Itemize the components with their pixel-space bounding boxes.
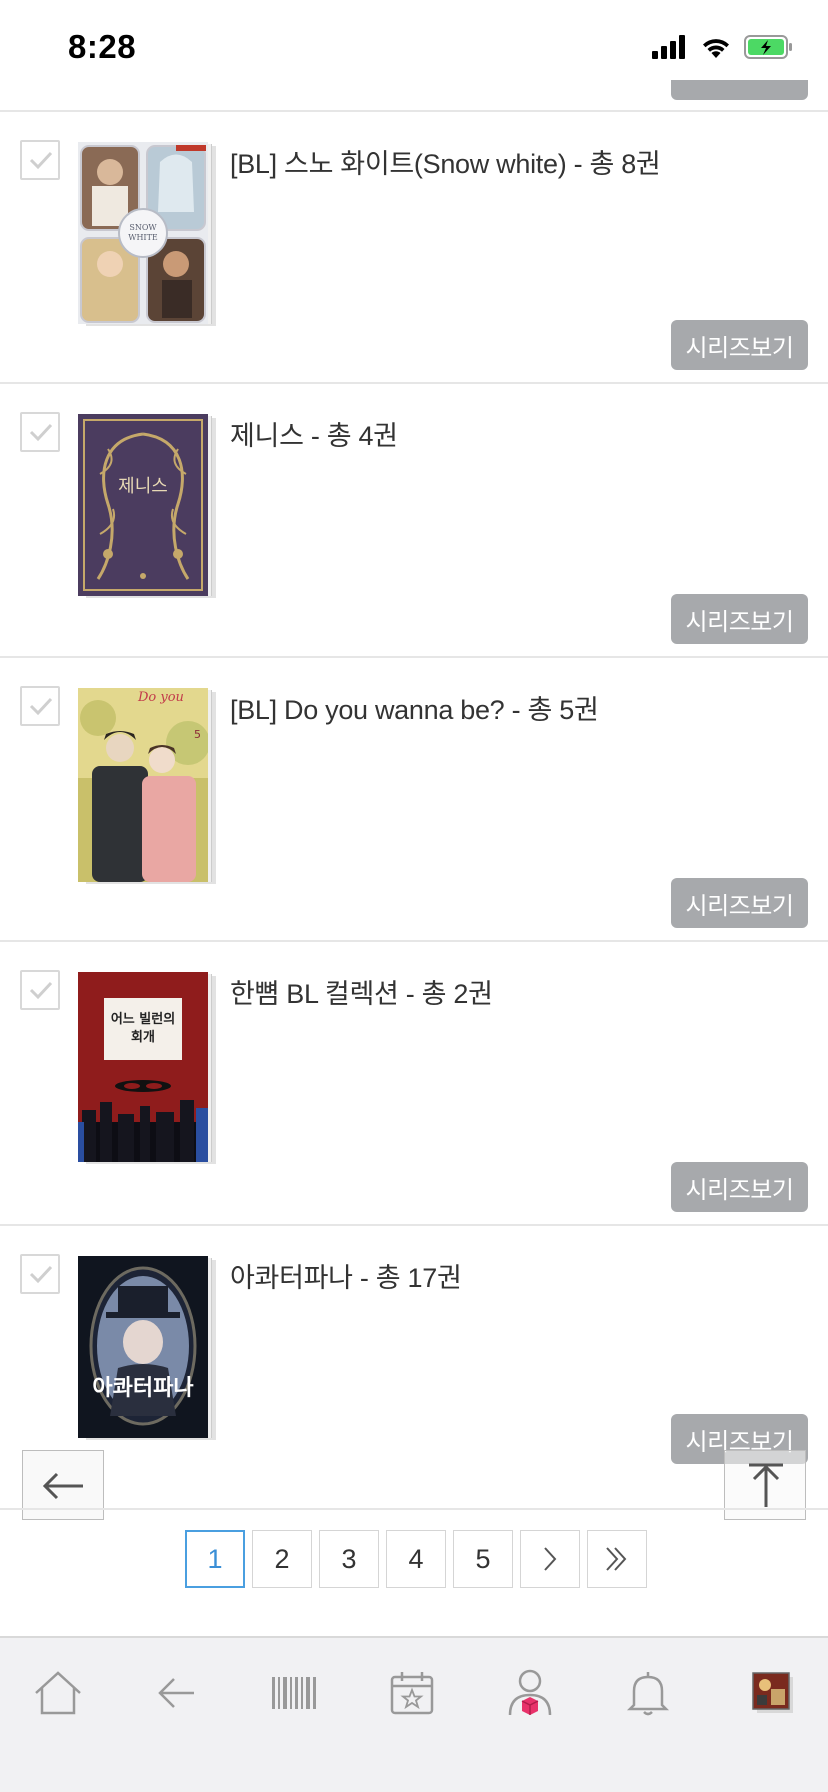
cover-volume: 5 <box>194 728 201 741</box>
list-item: 어느 빌런의 회개 한뼘 BL 컬렉션 - 총 2권 시리즈보기 <box>0 942 828 1226</box>
series-view-button[interactable]: 시리즈보기 <box>671 320 808 370</box>
barcode-icon <box>272 1677 316 1709</box>
tab-barcode[interactable] <box>259 1658 329 1728</box>
page-1-button[interactable]: 1 <box>185 1530 245 1588</box>
status-icons <box>652 34 794 64</box>
select-checkbox[interactable] <box>20 412 60 452</box>
arrow-up-icon <box>749 1463 783 1507</box>
cover-title-line2: 회개 <box>131 1030 155 1045</box>
divider <box>0 1508 828 1510</box>
cover-title-line1: 어느 빌런의 <box>110 1012 176 1027</box>
select-checkbox[interactable] <box>20 140 60 180</box>
previous-series-button[interactable] <box>671 80 808 100</box>
page: 8:28 SNOW WHITE [BL] 스노 화이트(Snow white) … <box>0 0 828 1792</box>
last-page-button[interactable] <box>587 1530 647 1588</box>
page-5-button[interactable]: 5 <box>453 1530 513 1588</box>
tab-notifications[interactable] <box>613 1658 683 1728</box>
status-time: 8:28 <box>68 28 137 65</box>
user-icon <box>508 1669 552 1716</box>
list-item: SNOW WHITE [BL] 스노 화이트(Snow white) - 총 8… <box>0 112 828 384</box>
battery-charging-icon <box>744 35 794 63</box>
book-cover[interactable]: 어느 빌런의 회개 <box>78 972 218 1164</box>
select-checkbox[interactable] <box>20 970 60 1010</box>
book-title[interactable]: [BL] 스노 화이트(Snow white) - 총 8권 <box>230 142 808 181</box>
recent-book-thumbnail[interactable] <box>738 1658 808 1728</box>
page-4-button[interactable]: 4 <box>386 1530 446 1588</box>
bottom-tab-bar <box>0 1636 828 1792</box>
bell-icon <box>626 1672 670 1716</box>
signal-icon <box>652 35 688 63</box>
list-item: 아콰터파나 아콰터파나 - 총 17권 시리즈보기 <box>0 1226 828 1500</box>
home-icon <box>35 1671 81 1715</box>
series-view-button[interactable]: 시리즈보기 <box>671 1162 808 1212</box>
cover-title: 아콰터파나 <box>92 1376 194 1401</box>
select-checkbox[interactable] <box>20 686 60 726</box>
series-view-button[interactable]: 시리즈보기 <box>671 878 808 928</box>
page-2-button[interactable]: 2 <box>252 1530 312 1588</box>
calendar-star-icon <box>390 1672 434 1715</box>
tab-calendar[interactable] <box>377 1658 447 1728</box>
cover-title: 제니스 <box>118 476 168 497</box>
chevron-right-icon <box>544 1547 557 1571</box>
book-title[interactable]: 아콰터파나 - 총 17권 <box>230 1256 808 1295</box>
pagination: 1 2 3 4 5 <box>185 1530 647 1588</box>
page-3-button[interactable]: 3 <box>319 1530 379 1588</box>
double-chevron-right-icon <box>606 1547 627 1571</box>
book-cover[interactable]: 아콰터파나 <box>78 1256 218 1440</box>
book-title[interactable]: [BL] Do you wanna be? - 총 5권 <box>230 688 808 727</box>
book-cover[interactable]: 제니스 <box>78 414 218 598</box>
book-title[interactable]: 한뼘 BL 컬렉션 - 총 2권 <box>230 972 808 1011</box>
list-item: 제니스 제니스 - 총 4권 시리즈보기 <box>0 384 828 658</box>
series-view-button[interactable]: 시리즈보기 <box>671 594 808 644</box>
tab-back[interactable] <box>141 1658 211 1728</box>
book-title[interactable]: 제니스 - 총 4권 <box>230 414 808 453</box>
svg-text:SNOW: SNOW <box>129 223 157 232</box>
cover-title: Do you <box>138 690 184 705</box>
next-page-button[interactable] <box>520 1530 580 1588</box>
select-checkbox[interactable] <box>20 1254 60 1294</box>
svg-text:WHITE: WHITE <box>128 233 158 242</box>
book-cover[interactable]: SNOW WHITE <box>78 142 218 326</box>
list-item: Do you 5 [BL] Do you wanna be? - 총 5권 시리… <box>0 658 828 942</box>
arrow-left-icon <box>42 1472 83 1500</box>
back-arrow-icon <box>158 1678 194 1708</box>
tab-home[interactable] <box>23 1658 93 1728</box>
book-cover[interactable]: Do you 5 <box>78 688 218 884</box>
wifi-icon <box>700 35 732 63</box>
book-list: SNOW WHITE [BL] 스노 화이트(Snow white) - 총 8… <box>0 112 828 1500</box>
tab-my[interactable] <box>495 1658 565 1728</box>
